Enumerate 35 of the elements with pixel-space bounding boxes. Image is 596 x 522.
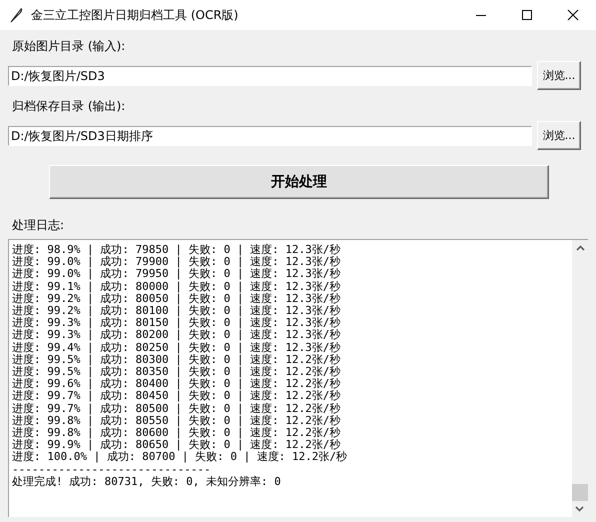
scroll-down-icon[interactable]	[575, 505, 584, 512]
log-line: 进度: 99.5% | 成功: 80300 | 失败: 0 | 速度: 12.2张/秒	[12, 354, 341, 366]
close-icon[interactable]	[567, 9, 579, 21]
maximize-icon[interactable]	[521, 9, 533, 21]
log-line: 进度: 99.3% | 成功: 80200 | 失败: 0 | 速度: 12.3张/秒	[12, 329, 341, 342]
log-line: 进度: 99.2% | 成功: 80050 | 失败: 0 | 速度: 12.3张/秒	[12, 292, 341, 305]
field-label: 原始图片目录 (输入):	[12, 38, 126, 54]
log-line: 进度: 99.1% | 成功: 80000 | 失败: 0 | 速度: 12.3张/秒	[12, 280, 341, 293]
feather-icon	[9, 7, 23, 23]
log-label: 处理日志:	[12, 217, 64, 233]
browse-button[interactable]: 浏览...	[537, 61, 581, 90]
log-line: 处理完成! 成功: 80731, 失败: 0, 未知分辨率: 0	[12, 476, 281, 488]
log-line: 进度: 99.0% | 成功: 79900 | 失败: 0 | 速度: 12.3张/秒	[12, 256, 341, 268]
path-field[interactable]: D:/恢复图片/SD3	[8, 66, 532, 86]
log-line: 进度: 99.6% | 成功: 80400 | 失败: 0 | 速度: 12.2张/秒	[12, 378, 341, 390]
browse-button[interactable]: 浏览...	[537, 121, 581, 150]
log-line: ------------------------------	[12, 464, 211, 476]
log-line: 进度: 99.9% | 成功: 80650 | 失败: 0 | 速度: 12.2张/秒	[12, 439, 341, 452]
start-button[interactable]: 开始处理	[49, 165, 549, 199]
field-label: 归档保存目录 (输出):	[12, 98, 126, 114]
scroll-up-icon[interactable]	[576, 245, 584, 252]
log-line: 进度: 100.0% | 成功: 80700 | 失败: 0 | 速度: 12.2张/秒	[12, 451, 348, 464]
log-line: 进度: 99.8% | 成功: 80550 | 失败: 0 | 速度: 12.2张/秒	[12, 414, 341, 427]
log-line: 进度: 99.2% | 成功: 80100 | 失败: 0 | 速度: 12.3张/秒	[12, 305, 341, 318]
log-line: 进度: 98.9% | 成功: 79850 | 失败: 0 | 速度: 12.3张/秒	[12, 244, 341, 256]
path-field[interactable]: D:/恢复图片/SD3日期排序	[8, 126, 532, 146]
log-line: 进度: 99.4% | 成功: 80250 | 失败: 0 | 速度: 12.3张/秒	[12, 342, 341, 354]
log-line: 进度: 99.8% | 成功: 80600 | 失败: 0 | 速度: 12.2张/秒	[12, 427, 341, 440]
window-title: 金三立工控图片日期归档工具 (OCR版)	[31, 6, 240, 24]
scroll-thumb[interactable]	[572, 484, 588, 501]
log-line: 进度: 99.7% | 成功: 80450 | 失败: 0 | 速度: 12.2张/秒	[12, 390, 341, 402]
log-line: 进度: 99.3% | 成功: 80150 | 失败: 0 | 速度: 12.3张/秒	[12, 317, 341, 330]
log-line: 进度: 99.5% | 成功: 80350 | 失败: 0 | 速度: 12.2张/秒	[12, 366, 341, 378]
log-line: 进度: 99.7% | 成功: 80500 | 失败: 0 | 速度: 12.2张/秒	[12, 402, 341, 415]
log-line: 进度: 99.0% | 成功: 79950 | 失败: 0 | 速度: 12.3张/秒	[12, 268, 341, 280]
